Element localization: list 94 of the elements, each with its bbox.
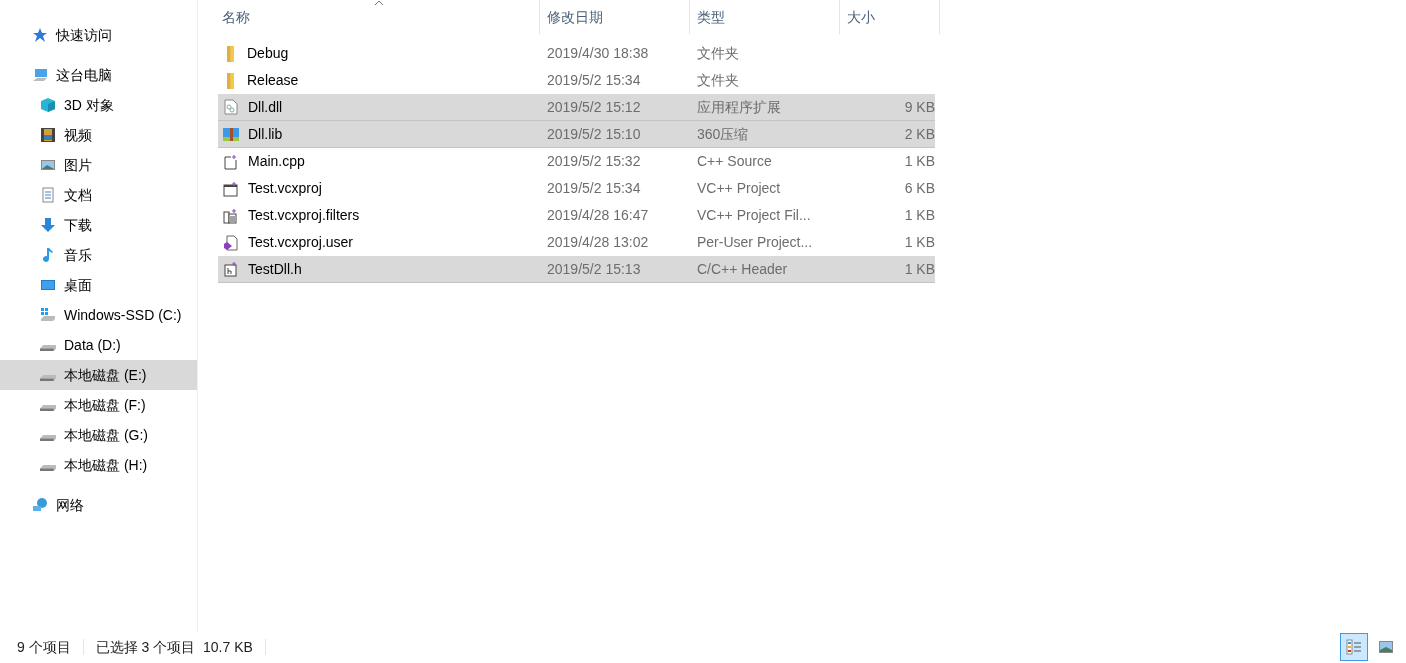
film-icon [40,127,56,143]
file-type: C++ Source [696,152,773,171]
file-row[interactable]: Dll.lib 2019/5/2 15:10 360压缩 2 KB [218,121,935,148]
sidebar-item[interactable]: Windows-SSD (C:) [0,300,197,330]
file-type: 文件夹 [696,44,740,63]
computer-icon [32,67,48,83]
file-name: Debug [247,44,289,63]
modified-date: 2019/4/28 13:02 [546,233,650,252]
visual-studio-file-icon [223,234,239,251]
file-name: Test.vcxproj.user [248,233,354,252]
cube-icon [40,97,56,113]
selection-summary: 已选择 3 个项目 10.7 KB [95,637,253,657]
file-type: C/C++ Header [696,259,789,279]
file-name: Main.cpp [248,152,305,171]
column-header[interactable]: 名称 [218,0,540,34]
network-icon [32,497,48,513]
archive-icon [223,126,239,142]
window-file-icon [223,180,239,197]
system-drive-icon [40,307,56,323]
sidebar-item[interactable]: 3D 对象 [0,90,197,120]
file-name: Test.vcxproj.filters [248,206,360,225]
sidebar-item[interactable]: 桌面 [0,270,197,300]
modified-date: 2019/5/2 15:12 [546,97,642,117]
file-row[interactable]: Test.vcxproj.user 2019/4/28 13:02 Per-User Project... 1 KB [218,229,935,256]
down-arrow-icon [40,217,56,233]
sidebar-item[interactable]: 音乐 [0,240,197,270]
file-name: TestDll.h [248,259,302,279]
modified-date: 2019/5/2 15:34 [546,71,642,90]
drive-icon [40,465,56,471]
file-type: 文件夹 [696,71,740,90]
filter-file-icon [223,207,239,224]
file-type: 应用程序扩展 [696,97,782,117]
file-type: VC++ Project Fil... [696,206,812,225]
item-count: 9 个项目 [17,637,71,657]
folder-icon [227,72,234,89]
sidebar-item[interactable]: 本地磁盘 (F:) [0,390,197,420]
sort-caret-icon [373,0,384,6]
file-type: VC++ Project [696,179,782,198]
sidebar-item[interactable]: 本地磁盘 (G:) [0,420,197,450]
file-row[interactable]: Test.vcxproj.filters 2019/4/28 16:47 VC++ Project Fil... 1 KB [218,202,935,229]
file-size: 1 KB [904,233,935,252]
modified-date: 2019/4/30 18:38 [546,44,650,63]
monitor-icon [40,277,56,293]
column-header[interactable]: 类型 [690,0,840,34]
sidebar-item[interactable]: Data (D:) [0,330,197,360]
header-file-icon [223,261,239,277]
file-name: Release [247,71,299,90]
drive-icon [40,435,56,441]
picture-icon [40,157,56,173]
column-header[interactable]: 修改日期 [540,0,690,34]
sidebar-item[interactable]: 本地磁盘 (H:) [0,450,197,480]
file-name: Test.vcxproj [248,179,322,198]
sidebar-item[interactable]: 视频 [0,120,197,150]
document-icon [40,187,56,203]
source-file-icon [223,153,239,170]
drive-icon [40,345,56,351]
sidebar-item[interactable]: 网络 [0,490,197,520]
large-icons-view-icon [1378,639,1394,655]
details-view-icon [1346,639,1362,655]
sidebar-item[interactable]: 图片 [0,150,197,180]
view-toggle-button[interactable] [1340,633,1368,661]
sidebar-item[interactable]: 文档 [0,180,197,210]
file-size: 1 KB [904,259,935,279]
modified-date: 2019/5/2 15:13 [546,259,642,279]
sidebar-item[interactable]: 快速访问 [0,20,197,50]
file-row[interactable]: Release 2019/5/2 15:34 文件夹 [218,67,935,94]
file-row[interactable]: Dll.dll 2019/5/2 15:12 应用程序扩展 9 KB [218,94,935,121]
sidebar-item[interactable]: 本地磁盘 (E:) [0,360,197,390]
file-row[interactable]: TestDll.h 2019/5/2 15:13 C/C++ Header 1 KB [218,256,935,283]
file-row[interactable]: Debug 2019/4/30 18:38 文件夹 [218,40,935,67]
modified-date: 2019/5/2 15:34 [546,179,642,198]
column-header[interactable]: 大小 [840,0,940,34]
file-size: 1 KB [904,152,935,171]
file-size: 1 KB [904,206,935,225]
file-row[interactable]: Main.cpp 2019/5/2 15:32 C++ Source 1 KB [218,148,935,175]
file-size: 6 KB [904,179,935,198]
file-type: Per-User Project... [696,233,814,252]
file-name: Dll.lib [248,124,283,144]
modified-date: 2019/4/28 16:47 [546,206,650,225]
music-note-icon [40,247,56,263]
file-row[interactable]: Test.vcxproj 2019/5/2 15:34 VC++ Project 6 KB [218,175,935,202]
drive-icon [40,375,56,381]
sidebar-item[interactable]: 下载 [0,210,197,240]
folder-icon [227,45,234,62]
modified-date: 2019/5/2 15:32 [546,152,642,171]
file-size: 2 KB [904,124,935,144]
gears-file-icon [223,99,239,115]
file-type: 360压缩 [696,124,750,144]
star-icon [32,27,48,43]
sidebar-item[interactable]: 这台电脑 [0,60,197,90]
file-name: Dll.dll [248,97,283,117]
drive-icon [40,405,56,411]
modified-date: 2019/5/2 15:10 [546,124,642,144]
file-size: 9 KB [904,97,935,117]
